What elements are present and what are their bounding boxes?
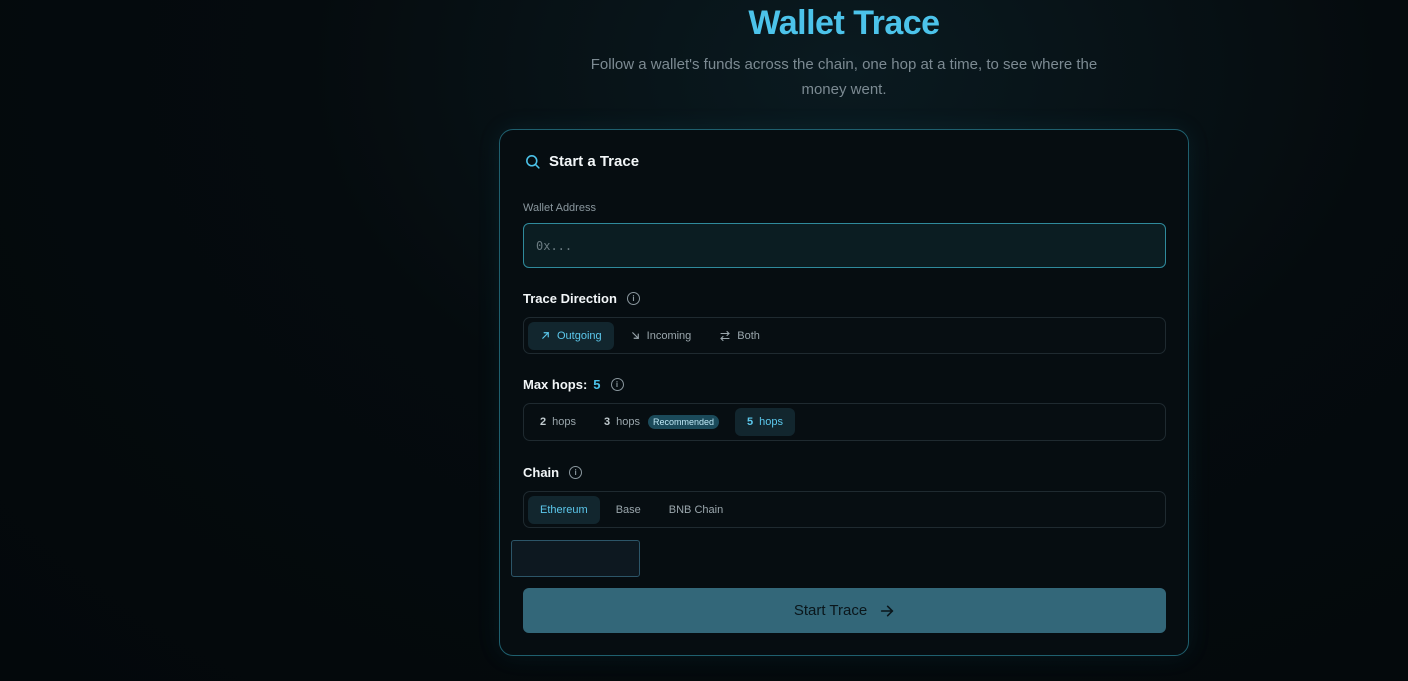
- page-subtitle: Follow a wallet's funds across the chain…: [590, 56, 1098, 98]
- max-hops-value: 5: [593, 377, 601, 392]
- direction-outgoing-button[interactable]: Outgoing: [528, 321, 614, 350]
- hops-3-unit: hops: [616, 416, 640, 428]
- max-hops-label: Max hops: 5 i: [523, 377, 624, 392]
- trace-direction-label-text: Trace Direction: [523, 291, 617, 306]
- info-icon[interactable]: i: [626, 292, 640, 305]
- info-icon[interactable]: i: [569, 466, 583, 479]
- swap-icon: [720, 330, 731, 341]
- chain-segmented: Ethereum Base BNB Chain: [523, 491, 1166, 528]
- hops-2-num: 2: [540, 416, 547, 428]
- hops-3-button[interactable]: 3 hops Recommended: [592, 408, 731, 436]
- arrow-up-right-icon: [542, 332, 549, 339]
- chain-bnb-label: BNB Chain: [668, 503, 724, 516]
- recommended-badge: Recommended: [647, 415, 719, 429]
- chain-base-button[interactable]: Base: [604, 496, 653, 524]
- empty-widget-box[interactable]: [511, 540, 640, 577]
- hops-5-unit: hops: [759, 416, 783, 428]
- wallet-address-input[interactable]: [523, 223, 1166, 268]
- hops-2-unit: hops: [552, 416, 576, 428]
- chain-base-label: Base: [615, 503, 641, 516]
- direction-incoming-label: Incoming: [646, 329, 692, 342]
- start-trace-button[interactable]: Start Trace: [523, 588, 1166, 633]
- info-icon[interactable]: i: [610, 378, 624, 391]
- chain-label: Chain i: [523, 465, 583, 480]
- trace-card: Start a Trace Wallet Address Trace Direc…: [499, 129, 1189, 656]
- card-heading: Start a Trace: [549, 153, 640, 170]
- start-trace-label: Start Trace: [793, 602, 868, 619]
- hops-5-button[interactable]: 5 hops: [735, 408, 795, 436]
- hops-2-button[interactable]: 2 hops: [528, 408, 588, 436]
- wallet-address-label: Wallet Address: [523, 202, 596, 214]
- hops-3-num: 3: [603, 416, 611, 428]
- arrow-right-icon: [881, 605, 894, 616]
- trace-direction-segmented: Outgoing Incoming Both: [523, 317, 1166, 354]
- hops-5-num: 5: [747, 416, 754, 428]
- direction-both-button[interactable]: Both: [707, 322, 772, 350]
- direction-incoming-button[interactable]: Incoming: [618, 322, 704, 350]
- trace-direction-label: Trace Direction i: [523, 291, 640, 306]
- page-title: Wallet Trace: [748, 4, 940, 42]
- card-header: Start a Trace: [524, 153, 639, 170]
- max-hops-segmented: 2 hops 3 hops Recommended 5 hops: [523, 403, 1166, 441]
- direction-both-label: Both: [737, 329, 760, 342]
- arrow-down-right-icon: [631, 332, 639, 339]
- chain-ethereum-label: Ethereum: [540, 503, 588, 516]
- direction-outgoing-label: Outgoing: [557, 329, 602, 342]
- chain-bnb-button[interactable]: BNB Chain: [657, 496, 735, 524]
- chain-ethereum-button[interactable]: Ethereum: [528, 495, 600, 524]
- max-hops-label-text: Max hops:: [523, 377, 588, 392]
- search-icon: [526, 155, 540, 169]
- chain-label-text: Chain: [523, 465, 560, 480]
